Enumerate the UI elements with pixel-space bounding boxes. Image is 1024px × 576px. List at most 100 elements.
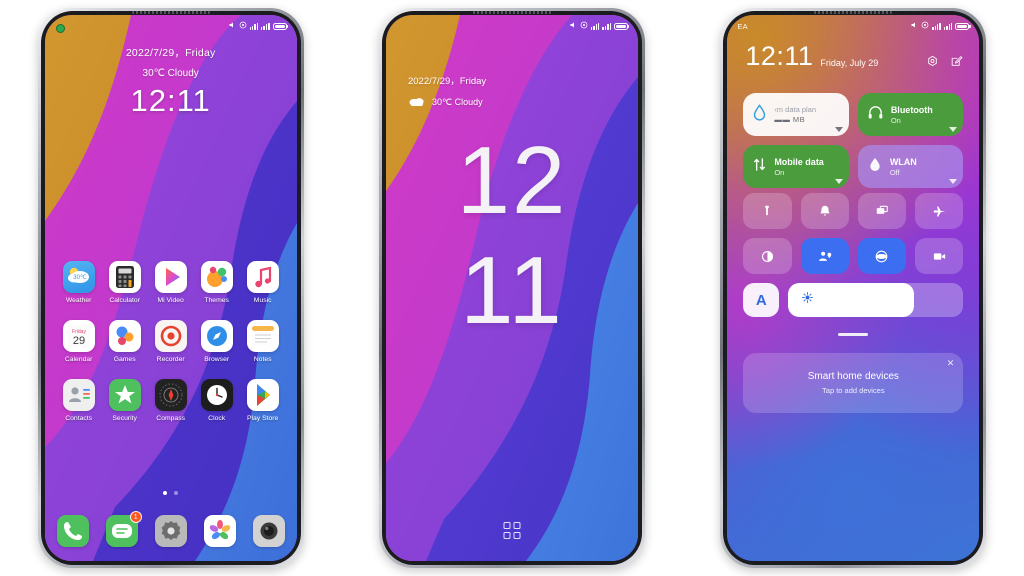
smart-home-card[interactable]: ✕ Smart home devices Tap to add devices [743, 353, 964, 413]
app-label: Notes [253, 356, 272, 363]
tile-silent[interactable] [800, 193, 849, 229]
lockscreen-big-clock: 12 11 [386, 132, 638, 338]
app-recorder[interactable]: Recorder [149, 320, 193, 363]
quick-settings-small-tiles [743, 193, 964, 274]
cc-time: 12:11 [745, 41, 814, 71]
settings-gear-icon[interactable] [926, 55, 939, 68]
mobile-data-icon [752, 156, 767, 178]
signal-bars-icon-2 [261, 22, 270, 30]
dock-camera[interactable] [252, 515, 285, 547]
tile-title: Bluetooth [890, 104, 933, 115]
app-themes[interactable]: Themes [195, 261, 239, 304]
tile-wlan[interactable]: WLAN Off [857, 145, 964, 188]
dock-phone[interactable] [56, 515, 89, 547]
app-label: Security [112, 415, 137, 422]
app-label: Compass [156, 415, 186, 422]
status-bar-3: EA [727, 15, 979, 37]
edit-icon[interactable] [950, 55, 963, 68]
chevron-down-icon[interactable] [949, 179, 958, 184]
app-contacts[interactable]: Contacts [57, 379, 101, 422]
app-label: Calculator [109, 297, 140, 304]
home-date: 2022/7/29，Friday [125, 47, 216, 59]
app-play-store[interactable]: Play Store [241, 379, 285, 422]
screen-3: EA 12:11 Friday, July 29 ‹m data plan ▬▬… [727, 15, 980, 561]
tile-sub: On [890, 115, 901, 125]
dock-gallery[interactable] [203, 515, 236, 547]
app-grid-icon[interactable] [503, 522, 521, 539]
page-dot[interactable] [174, 491, 179, 495]
signal-bars-icon-2 [943, 22, 953, 30]
brightness-slider[interactable] [788, 283, 964, 317]
app-mi-video[interactable]: Mi Video [149, 261, 193, 304]
drag-handle[interactable] [838, 333, 869, 336]
close-icon[interactable]: ✕ [947, 359, 955, 368]
app-notes[interactable]: Notes [241, 320, 285, 363]
earpiece-speaker-1 [131, 11, 210, 14]
data-drop-icon [752, 103, 767, 126]
app-label: Music [253, 297, 272, 304]
tile-screenshot[interactable] [857, 193, 907, 229]
tile-flashlight[interactable] [743, 193, 792, 229]
home-weather: 30℃ Cloudy [142, 68, 199, 79]
notes-icon [246, 320, 279, 352]
smart-home-subtitle: Tap to add devices [822, 386, 885, 395]
app-calendar[interactable]: Friday 29 Calendar [57, 320, 101, 363]
sun-icon [801, 291, 814, 309]
battery-icon [272, 22, 289, 30]
cc-action-row [926, 55, 963, 68]
app-compass[interactable]: Compass [149, 379, 193, 422]
phone-control-center: EA 12:11 Friday, July 29 ‹m data plan ▬▬… [720, 8, 987, 568]
tile-screen-record[interactable] [915, 238, 964, 274]
vpn-icon [874, 249, 889, 264]
tile-vpn[interactable] [857, 238, 907, 274]
home-clock: 12:11 [130, 83, 211, 118]
play-store-icon [246, 379, 279, 411]
app-games[interactable]: Games [103, 320, 147, 363]
lockscreen-date: 2022/7/29，Friday [407, 76, 487, 87]
svg-text:29: 29 [73, 335, 85, 347]
page-dot-active[interactable] [163, 491, 168, 495]
app-label: Weather [65, 297, 92, 304]
app-grid: 30℃ Weather Calculator Mi Video Themes M… [57, 261, 285, 422]
app-label: Mi Video [157, 297, 184, 304]
brightness-row: A [743, 283, 964, 317]
tile-mobile-data[interactable]: Mobile data On [743, 145, 849, 188]
tile-location[interactable] [800, 238, 849, 274]
smart-home-title: Smart home devices [807, 371, 899, 382]
calculator-icon [108, 261, 141, 293]
screen-2: 2022/7/29，Friday 30℃ Cloudy 12 11 [385, 15, 638, 561]
weather-icon: 30℃ [62, 261, 95, 293]
mute-icon [910, 21, 918, 31]
tile-title: WLAN [889, 156, 917, 167]
page-indicator[interactable] [45, 491, 297, 495]
chevron-down-icon[interactable] [949, 127, 958, 132]
contacts-icon [62, 379, 95, 411]
dock-settings[interactable] [154, 515, 187, 547]
bluetooth-headset-icon [867, 104, 884, 126]
dnd-icon [580, 21, 588, 31]
signal-bars-icon [932, 22, 941, 30]
chevron-down-icon[interactable] [834, 127, 843, 132]
tile-bluetooth[interactable]: Bluetooth On [857, 93, 964, 136]
chevron-down-icon[interactable] [834, 179, 843, 184]
app-calculator[interactable]: Calculator [103, 261, 147, 304]
control-center-header: 12:11 Friday, July 29 [745, 43, 963, 70]
mi-video-icon [154, 261, 187, 293]
tile-data-plan[interactable]: ‹m data plan ▬▬ MB [743, 93, 849, 136]
compass-icon [154, 379, 187, 411]
mute-icon [569, 21, 577, 31]
games-icon [108, 320, 141, 352]
screenshot-stage: 2022/7/29，Friday 30℃ Cloudy 12:11 30℃ We… [0, 0, 1024, 576]
app-clock[interactable]: Clock [195, 379, 239, 422]
auto-brightness-button[interactable]: A [743, 283, 780, 317]
mute-icon [228, 21, 236, 31]
app-music[interactable]: Music [241, 261, 285, 304]
tile-dark-mode[interactable] [743, 238, 792, 274]
app-security[interactable]: Security [103, 379, 147, 422]
dock-messages[interactable]: 1 [105, 511, 142, 547]
app-browser[interactable]: Browser [195, 320, 239, 363]
app-weather[interactable]: 30℃ Weather [57, 261, 101, 304]
tile-sub: Off [889, 167, 900, 177]
tile-airplane[interactable] [915, 193, 964, 229]
battery-icon [613, 22, 630, 30]
